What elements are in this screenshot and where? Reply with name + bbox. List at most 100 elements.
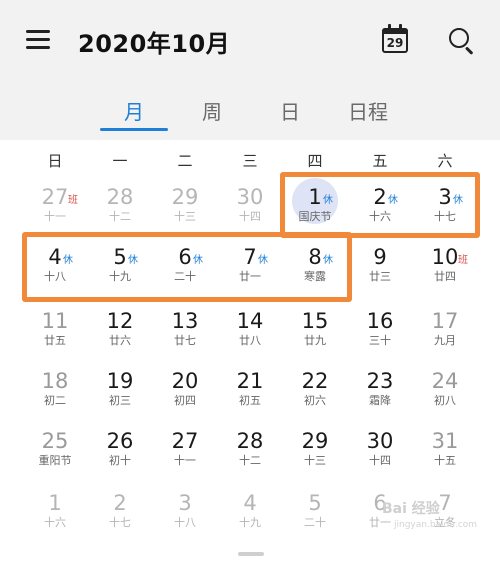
holiday-badge: 休 [323,255,333,266]
day-cell[interactable]: 14 廿八 [220,308,280,368]
day-cell[interactable]: 25 重阳节 [25,428,85,488]
day-cell[interactable]: 9 廿三 [350,244,410,304]
day-number: 19 [106,369,134,393]
day-cell[interactable]: 30 十四 [220,184,280,244]
lunar-date: 三十 [369,334,391,347]
day-cell[interactable]: 31 十五 [415,428,475,488]
day-cell[interactable]: 17 九月 [415,308,475,368]
month-title[interactable]: 2020年10月 [78,24,230,59]
day-number: 2 [113,491,127,515]
day-number: 27 [171,429,199,453]
day-cell[interactable]: 28 十二 [220,428,280,488]
day-cell[interactable]: 21 初五 [220,368,280,428]
day-cell[interactable]: 19 初三 [90,368,150,428]
lunar-date: 廿四 [434,270,456,283]
day-cell[interactable]: 4 十八 休 [25,244,85,304]
day-cell[interactable]: 22 初六 [285,368,345,428]
lunar-date: 十一 [174,454,196,467]
day-cell[interactable]: 3 十七 休 [415,184,475,244]
day-cell[interactable]: 24 初八 [415,368,475,428]
lunar-date: 十二 [109,210,131,223]
day-cell[interactable]: 6 二十 休 [155,244,215,304]
day-cell[interactable]: 5 十九 休 [90,244,150,304]
menu-icon[interactable] [24,26,52,54]
active-tab-indicator [100,128,168,131]
day-number: 31 [431,429,459,453]
lunar-date: 廿八 [239,334,261,347]
day-cell[interactable]: 23 霜降 [350,368,410,428]
calendar-app: 2020年10月 29 月 周 日 日程 日 一 二 三 四 五 六 27 十一班… [0,0,500,568]
weekday-fri: 五 [372,152,388,170]
day-cell[interactable]: 8 寒露 休 [285,244,345,304]
lunar-date: 十六 [369,210,391,223]
lunar-date: 初八 [434,394,456,407]
day-number: 6 [178,245,192,269]
lunar-date: 廿七 [174,334,196,347]
day-number: 29 [171,185,199,209]
weekday-tue: 二 [177,152,193,170]
bottom-drag-handle[interactable] [238,552,264,556]
day-number: 7 [243,245,257,269]
lunar-date: 廿九 [304,334,326,347]
watermark-url: jingyan.baidu.com [394,520,478,530]
day-cell[interactable]: 4 十九 [220,490,280,550]
day-cell[interactable]: 16 三十 [350,308,410,368]
lunar-date: 十九 [239,516,261,529]
day-number: 13 [171,309,199,333]
day-cell[interactable]: 12 廿六 [90,308,150,368]
lunar-date: 廿一 [239,270,261,283]
day-cell[interactable]: 2 十六 休 [350,184,410,244]
day-number: 24 [431,369,459,393]
day-number: 18 [41,369,69,393]
weekday-sun: 日 [47,152,63,170]
day-number: 11 [41,309,69,333]
lunar-date: 初二 [44,394,66,407]
day-cell[interactable]: 5 二十 [285,490,345,550]
watermark-logo: Bai 经验 [382,501,440,517]
day-cell[interactable]: 26 初十 [90,428,150,488]
day-cell[interactable]: 28 十二 [90,184,150,244]
day-cell[interactable]: 11 廿五 [25,308,85,368]
day-cell[interactable]: 29 十三 [285,428,345,488]
weekday-sat: 六 [437,152,453,170]
lunar-date: 初四 [174,394,196,407]
lunar-date: 十四 [369,454,391,467]
day-number: 5 [113,245,127,269]
day-number: 16 [366,309,394,333]
day-cell[interactable]: 10 廿四班 [415,244,475,304]
day-cell[interactable]: 20 初四 [155,368,215,428]
calendar-today-icon[interactable]: 29 [380,24,410,54]
day-cell[interactable]: 29 十三 [155,184,215,244]
tab-day[interactable]: 日 [272,96,308,125]
day-cell[interactable]: 2 十七 [90,490,150,550]
day-cell[interactable]: 3 十八 [155,490,215,550]
lunar-date: 十三 [174,210,196,223]
lunar-date: 廿六 [109,334,131,347]
tab-agenda[interactable]: 日程 [340,96,396,125]
day-cell[interactable]: 27 十一 [155,428,215,488]
day-cell[interactable]: 1 十六 [25,490,85,550]
day-number: 4 [243,491,257,515]
search-icon[interactable] [447,26,475,55]
day-cell[interactable]: 30 十四 [350,428,410,488]
day-number: 3 [178,491,192,515]
day-number: 23 [366,369,394,393]
view-tabs: 月 周 日 日程 [0,88,500,134]
lunar-date: 十七 [109,516,131,529]
holiday-badge: 休 [388,195,398,206]
day-cell[interactable]: 7 廿一 休 [220,244,280,304]
lunar-date: 初六 [304,394,326,407]
day-cell[interactable]: 18 初二 [25,368,85,428]
day-cell[interactable]: 27 十一班 [25,184,85,244]
day-cell[interactable]: 1 国庆节 休 [285,178,345,244]
day-cell[interactable]: 15 廿九 [285,308,345,368]
day-number: 14 [236,309,264,333]
day-number: 28 [106,185,134,209]
day-cell[interactable]: 13 廿七 [155,308,215,368]
tab-week[interactable]: 周 [194,96,230,125]
lunar-date: 十八 [174,516,196,529]
day-number: 29 [301,429,329,453]
day-number: 5 [308,491,322,515]
tab-month[interactable]: 月 [116,96,152,125]
lunar-date: 十九 [109,270,131,283]
